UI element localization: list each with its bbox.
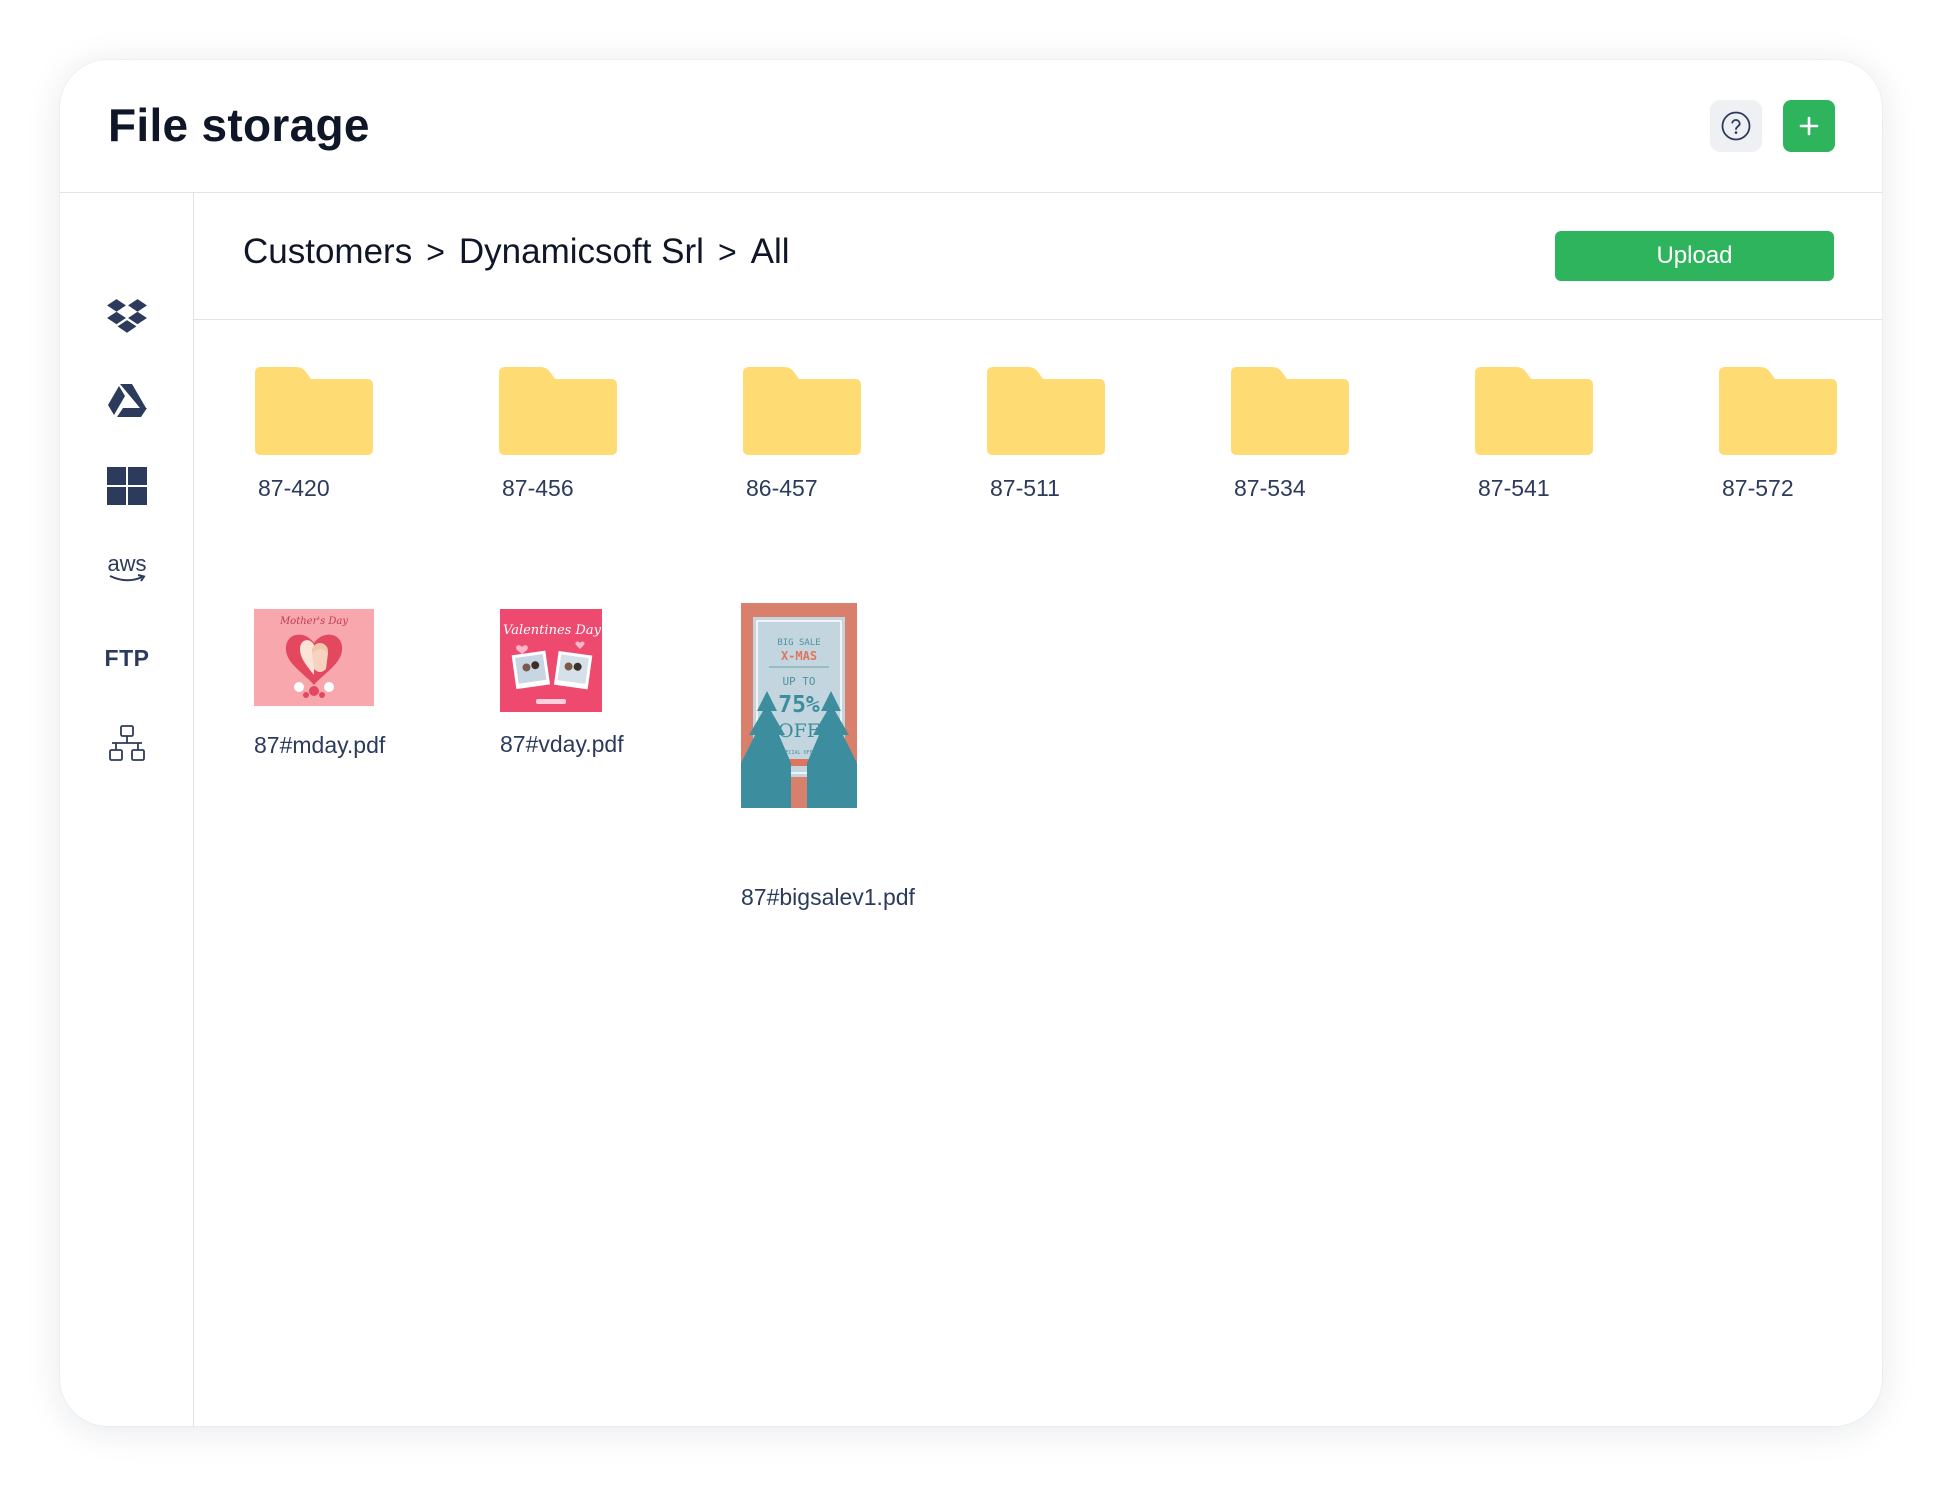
pdf-thumbnail: Valentines Day xyxy=(500,609,602,712)
folder-icon xyxy=(499,367,617,455)
folder-icon xyxy=(1719,367,1837,455)
folder-icon xyxy=(1475,367,1593,455)
breadcrumb-separator: > xyxy=(717,233,737,270)
thumbnail-line: 75% xyxy=(778,692,820,718)
folder-name: 87-456 xyxy=(502,475,574,501)
thumbnail-line: X-MAS xyxy=(781,649,817,663)
thumbnail-title: Mother's Day xyxy=(279,616,348,627)
aws-icon: aws xyxy=(107,551,147,576)
sidebar: aws FTP xyxy=(60,193,194,1426)
breadcrumb-separator: > xyxy=(426,233,445,270)
thumbnail-line: OFF xyxy=(778,720,820,742)
folder-item[interactable]: 87-572 xyxy=(1717,365,1839,501)
add-button[interactable] xyxy=(1783,100,1835,152)
help-button[interactable] xyxy=(1710,100,1762,152)
help-circle-icon xyxy=(1721,111,1751,141)
sidebar-item-windows[interactable] xyxy=(104,463,150,509)
aws-smile-icon xyxy=(109,574,146,582)
folder-icon xyxy=(743,367,861,455)
header: File storage xyxy=(60,60,1882,193)
folder-name: 87-541 xyxy=(1478,475,1550,501)
windows-icon xyxy=(107,467,147,505)
pdf-thumbnail: BIG SALE X-MAS UP TO 75% OFF SPECIAL OFF… xyxy=(741,603,857,808)
content-toolbar: Customers > Dynamicsoft Srl > All Upload xyxy=(194,193,1882,320)
thumbnail-line: UP TO xyxy=(782,675,815,688)
folder-name: 86-457 xyxy=(746,475,818,501)
file-item[interactable]: BIG SALE X-MAS UP TO 75% OFF SPECIAL OFF… xyxy=(741,603,931,910)
breadcrumb-all[interactable]: All xyxy=(751,232,790,272)
folder-icon xyxy=(1231,367,1349,455)
network-icon xyxy=(109,725,145,761)
thumbnail-title: Valentines Day xyxy=(503,623,602,638)
dropbox-icon xyxy=(107,299,147,333)
sidebar-item-google-drive[interactable] xyxy=(104,379,150,425)
sidebar-item-network[interactable] xyxy=(104,721,150,767)
folder-item[interactable]: 87-511 xyxy=(985,365,1107,501)
folder-name: 87-572 xyxy=(1722,475,1794,501)
sidebar-item-aws[interactable]: aws xyxy=(104,546,150,592)
file-name: 87#vday.pdf xyxy=(500,731,624,757)
breadcrumb: Customers > Dynamicsoft Srl > All xyxy=(243,232,790,272)
folder-icon xyxy=(255,367,373,455)
pdf-thumbnail: Mother's Day xyxy=(254,609,374,706)
folder-name: 87-534 xyxy=(1234,475,1306,501)
file-item[interactable]: Valentines Day 87#vday.pdf xyxy=(500,609,650,757)
folder-item[interactable]: 87-541 xyxy=(1473,365,1595,501)
folder-name: 87-420 xyxy=(258,475,330,501)
folder-item[interactable]: 86-457 xyxy=(741,365,863,501)
sidebar-item-ftp[interactable]: FTP xyxy=(104,635,150,681)
ftp-icon: FTP xyxy=(104,644,150,671)
page-title: File storage xyxy=(108,99,370,151)
thumbnail-line: BIG SALE xyxy=(777,638,820,648)
folder-item[interactable]: 87-534 xyxy=(1229,365,1351,501)
file-storage-window: File storage aws FTP Customers > Dynamic… xyxy=(60,60,1882,1426)
folder-icon xyxy=(987,367,1105,455)
sidebar-item-dropbox[interactable] xyxy=(104,295,150,341)
plus-icon xyxy=(1799,116,1819,136)
file-name: 87#mday.pdf xyxy=(254,732,386,758)
breadcrumb-customers[interactable]: Customers xyxy=(243,232,412,272)
upload-button[interactable]: Upload xyxy=(1555,231,1834,281)
folder-item[interactable]: 87-420 xyxy=(253,365,375,501)
google-drive-icon xyxy=(108,384,147,417)
folder-name: 87-511 xyxy=(990,475,1060,501)
breadcrumb-dynamicsoft[interactable]: Dynamicsoft Srl xyxy=(459,232,704,272)
file-name: 87#bigsalev1.pdf xyxy=(741,884,915,910)
folder-item[interactable]: 87-456 xyxy=(497,365,619,501)
file-item[interactable]: Mother's Day 87#mday.pdf xyxy=(254,609,404,758)
